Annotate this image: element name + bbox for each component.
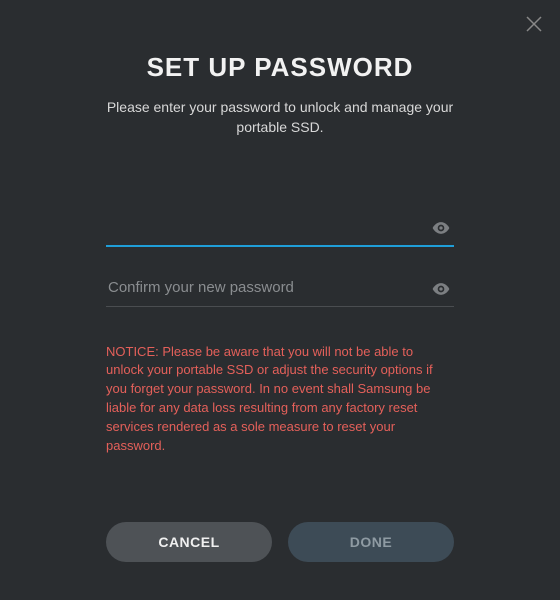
button-row: CANCEL DONE — [106, 522, 454, 562]
close-button[interactable] — [522, 12, 546, 36]
dialog-subtitle: Please enter your password to unlock and… — [106, 97, 454, 138]
eye-icon — [431, 279, 451, 299]
dialog-title: SET UP PASSWORD — [147, 52, 414, 83]
close-icon — [524, 14, 544, 34]
cancel-button[interactable]: CANCEL — [106, 522, 272, 562]
password-field-row — [106, 210, 454, 247]
done-button[interactable]: DONE — [288, 522, 454, 562]
confirm-password-input[interactable] — [106, 271, 454, 307]
toggle-password-visibility[interactable] — [430, 217, 452, 239]
dialog-content: SET UP PASSWORD Please enter your passwo… — [0, 0, 560, 456]
eye-icon — [431, 218, 451, 238]
notice-text: NOTICE: Please be aware that you will no… — [106, 343, 454, 456]
password-input[interactable] — [106, 210, 454, 247]
toggle-confirm-visibility[interactable] — [430, 278, 452, 300]
confirm-password-field-row — [106, 271, 454, 307]
